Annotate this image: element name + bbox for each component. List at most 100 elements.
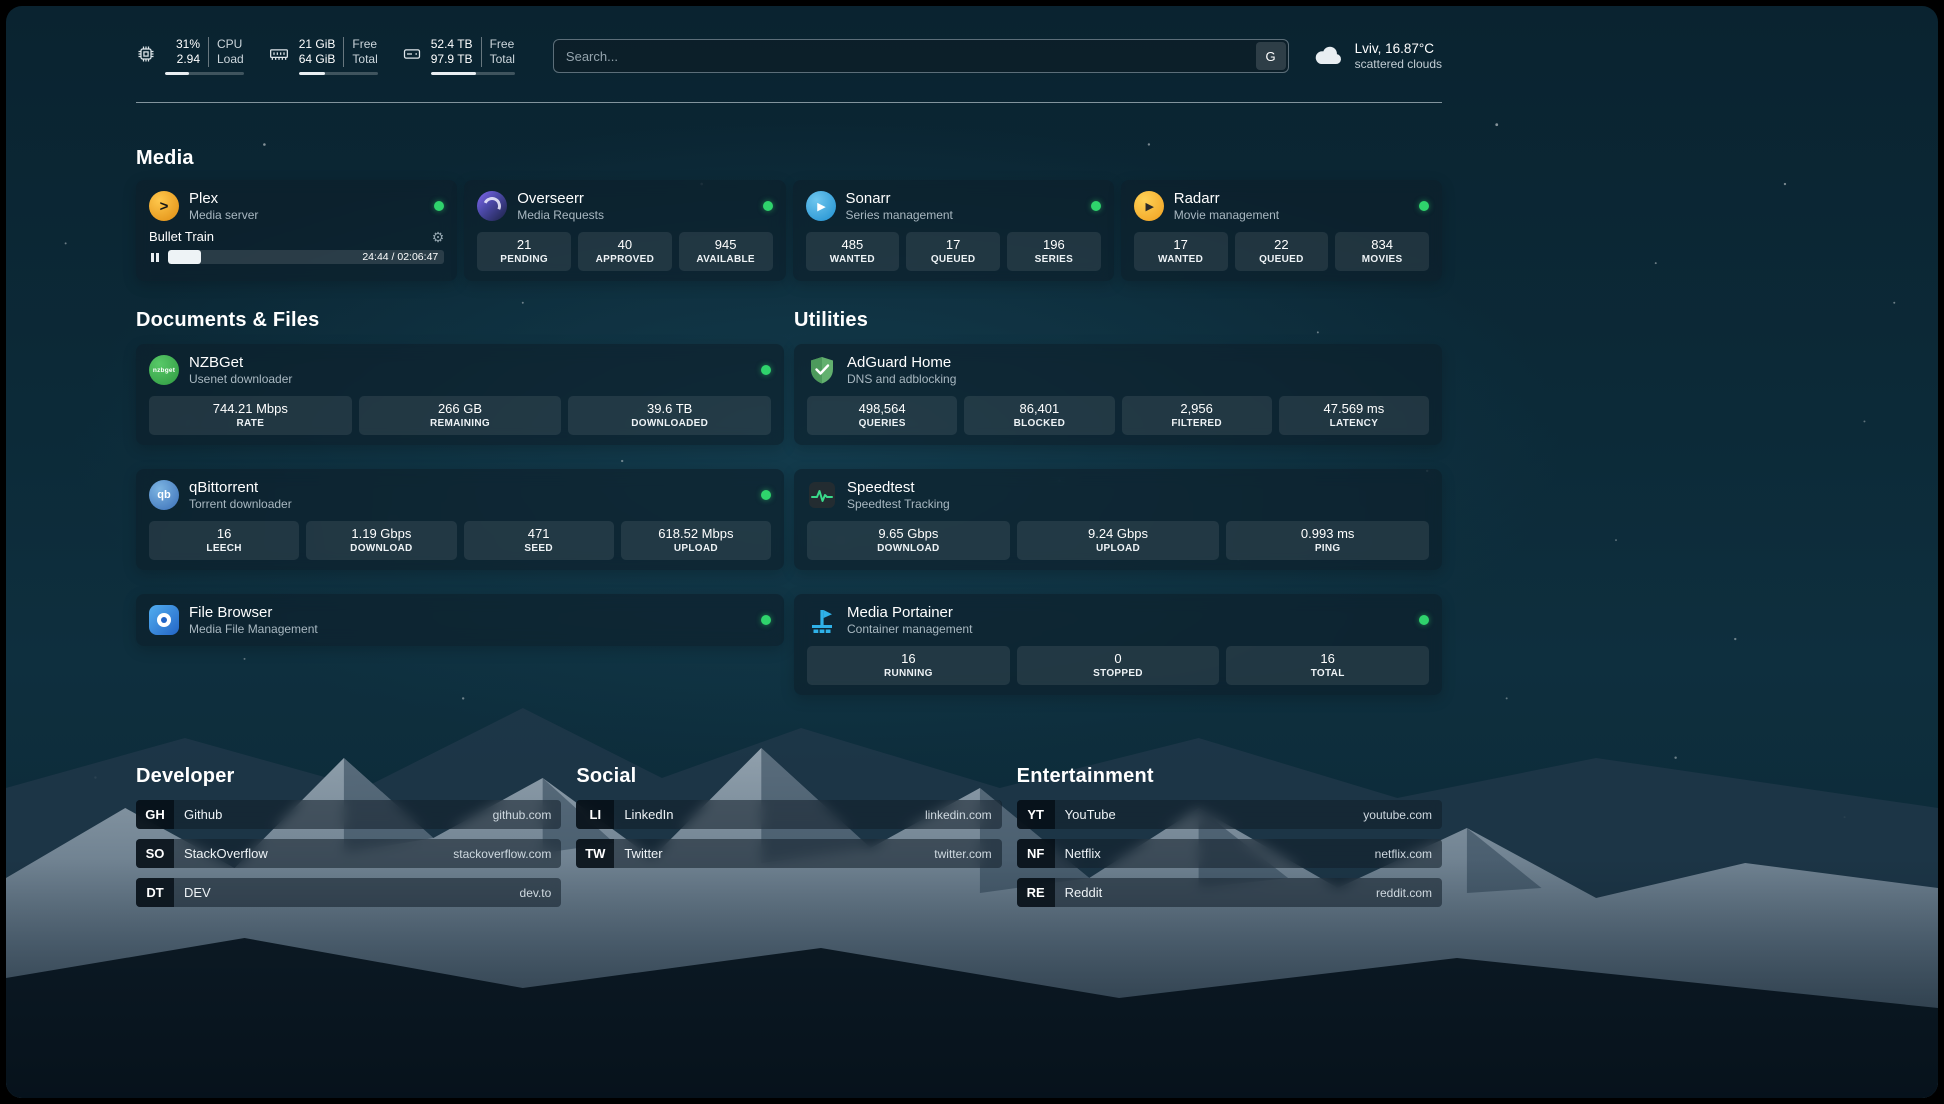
app-subtitle: DNS and adblocking (847, 372, 956, 386)
overseerr-icon (477, 191, 507, 221)
app-card-sonarr[interactable]: Sonarr Series management 485 WANTED 17 Q… (793, 180, 1114, 281)
bookmark-name: Netflix (1065, 846, 1101, 861)
status-online-dot (761, 490, 771, 500)
app-subtitle: Container management (847, 622, 972, 636)
bookmark-abbr: TW (576, 839, 614, 868)
bookmark-netflix[interactable]: NF Netflix netflix.com (1017, 839, 1442, 868)
stat-label: QUEUED (910, 253, 996, 266)
playback-progress-bar[interactable]: 24:44 / 02:06:47 (168, 250, 445, 264)
app-card-qbittorrent[interactable]: qb qBittorrent Torrent downloader 16 LEE… (136, 469, 784, 570)
section-bookmarks: Developer GH Github github.com SO StackO… (136, 765, 1442, 917)
stat-value: 9.65 Gbps (811, 525, 1006, 542)
playback-progress-fill (168, 250, 201, 264)
ram-icon (268, 44, 290, 64)
stat-value: 1.19 Gbps (310, 525, 452, 542)
bookmark-stackoverflow[interactable]: SO StackOverflow stackoverflow.com (136, 839, 561, 868)
bookmark-twitter[interactable]: TW Twitter twitter.com (576, 839, 1001, 868)
cpu-label: CPU (217, 37, 242, 52)
app-card-overseerr[interactable]: Overseerr Media Requests 21 PENDING 40 A… (464, 180, 785, 281)
stat-value: 86,401 (968, 400, 1110, 417)
stat-value: 485 (810, 236, 896, 253)
disk-usage-widget: 52.4 TB 97.9 TB Free Total (402, 37, 515, 75)
stat-queued: 17 QUEUED (906, 232, 1000, 271)
app-card-filebrowser[interactable]: File Browser Media File Management (136, 594, 784, 646)
disk-total-label: Total (490, 52, 515, 67)
app-name: Overseerr (517, 190, 604, 207)
stat-filtered: 2,956 FILTERED (1122, 396, 1272, 435)
cloud-icon (1313, 44, 1345, 68)
topbar: 31% 2.94 CPU Load (136, 34, 1442, 78)
stat-label: LATENCY (1283, 417, 1425, 430)
stat-remaining: 266 GB REMAINING (359, 396, 562, 435)
stat-value: 9.24 Gbps (1021, 525, 1216, 542)
stat-wanted: 485 WANTED (806, 232, 900, 271)
app-subtitle: Media server (189, 208, 258, 222)
stat-value: 16 (153, 525, 295, 542)
bookmark-abbr: DT (136, 878, 174, 907)
stat-label: SERIES (1011, 253, 1097, 266)
gear-icon[interactable] (432, 230, 445, 244)
app-card-speedtest[interactable]: Speedtest Speedtest Tracking 9.65 Gbps D… (794, 469, 1442, 570)
app-subtitle: Torrent downloader (189, 497, 292, 511)
stat-label: UPLOAD (625, 542, 767, 555)
stat-value: 22 (1239, 236, 1325, 253)
bookmark-github[interactable]: GH Github github.com (136, 800, 561, 829)
app-name: NZBGet (189, 354, 292, 371)
stat-label: WANTED (1138, 253, 1224, 266)
app-subtitle: Speedtest Tracking (847, 497, 950, 511)
stat-value: 40 (582, 236, 668, 253)
bookmark-dev[interactable]: DT DEV dev.to (136, 878, 561, 907)
media-grid: Plex Media server Bullet Train 24:44 (136, 180, 1442, 281)
cpu-percent-value: 31% (176, 37, 200, 52)
bookmark-url: linkedin.com (925, 808, 992, 822)
pause-button[interactable] (149, 253, 161, 262)
disk-total-value: 97.9 TB (431, 52, 473, 67)
search-input[interactable] (553, 39, 1289, 73)
stat-seed: 471 SEED (464, 521, 614, 560)
bookmark-abbr: YT (1017, 800, 1055, 829)
stat-value: 17 (910, 236, 996, 253)
stat-value: 17 (1138, 236, 1224, 253)
bookmark-name: Twitter (624, 846, 662, 861)
app-name: File Browser (189, 604, 318, 621)
stat-label: RATE (153, 417, 348, 430)
search-bar: G (553, 39, 1289, 73)
bookmark-name: Github (184, 807, 222, 822)
plex-player: 24:44 / 02:06:47 (149, 250, 444, 264)
stat-label: SEED (468, 542, 610, 555)
weather-widget: Lviv, 16.87°C scattered clouds (1313, 40, 1442, 72)
bookmark-url: github.com (493, 808, 552, 822)
cpu-icon (136, 44, 156, 64)
stat-latency: 47.569 ms LATENCY (1279, 396, 1429, 435)
status-online-dot (434, 201, 444, 211)
app-name: qBittorrent (189, 479, 292, 496)
radarr-icon (1134, 191, 1164, 221)
ram-usage-bar (299, 72, 378, 75)
weather-location: Lviv, 16.87°C (1355, 40, 1442, 57)
app-card-adguard[interactable]: AdGuard Home DNS and adblocking 498,564 … (794, 344, 1442, 445)
stat-label: PENDING (481, 253, 567, 266)
app-name: AdGuard Home (847, 354, 956, 371)
stat-value: 945 (683, 236, 769, 253)
bookmark-name: DEV (184, 885, 211, 900)
bookmark-linkedin[interactable]: LI LinkedIn linkedin.com (576, 800, 1001, 829)
stat-rate: 744.21 Mbps RATE (149, 396, 352, 435)
stat-upload: 9.24 Gbps UPLOAD (1017, 521, 1220, 560)
stat-total: 16 TOTAL (1226, 646, 1429, 685)
app-card-portainer[interactable]: Media Portainer Container management 16 … (794, 594, 1442, 695)
bookmark-reddit[interactable]: RE Reddit reddit.com (1017, 878, 1442, 907)
app-card-plex[interactable]: Plex Media server Bullet Train 24:44 (136, 180, 457, 281)
cpu-load-value: 2.94 (177, 52, 200, 67)
stat-download: 9.65 Gbps DOWNLOAD (807, 521, 1010, 560)
section-title-entertainment: Entertainment (1017, 765, 1442, 788)
status-online-dot (1419, 615, 1429, 625)
bookmark-youtube[interactable]: YT YouTube youtube.com (1017, 800, 1442, 829)
cpu-usage-bar (165, 72, 244, 75)
dashboard-screen: 31% 2.94 CPU Load (6, 6, 1938, 1098)
search-engine-button[interactable]: G (1256, 42, 1286, 70)
stat-label: FILTERED (1126, 417, 1268, 430)
app-card-radarr[interactable]: Radarr Movie management 17 WANTED 22 QUE… (1121, 180, 1442, 281)
app-card-nzbget[interactable]: nzbget NZBGet Usenet downloader 744.21 M… (136, 344, 784, 445)
stat-value: 744.21 Mbps (153, 400, 348, 417)
disk-free-value: 52.4 TB (431, 37, 473, 52)
